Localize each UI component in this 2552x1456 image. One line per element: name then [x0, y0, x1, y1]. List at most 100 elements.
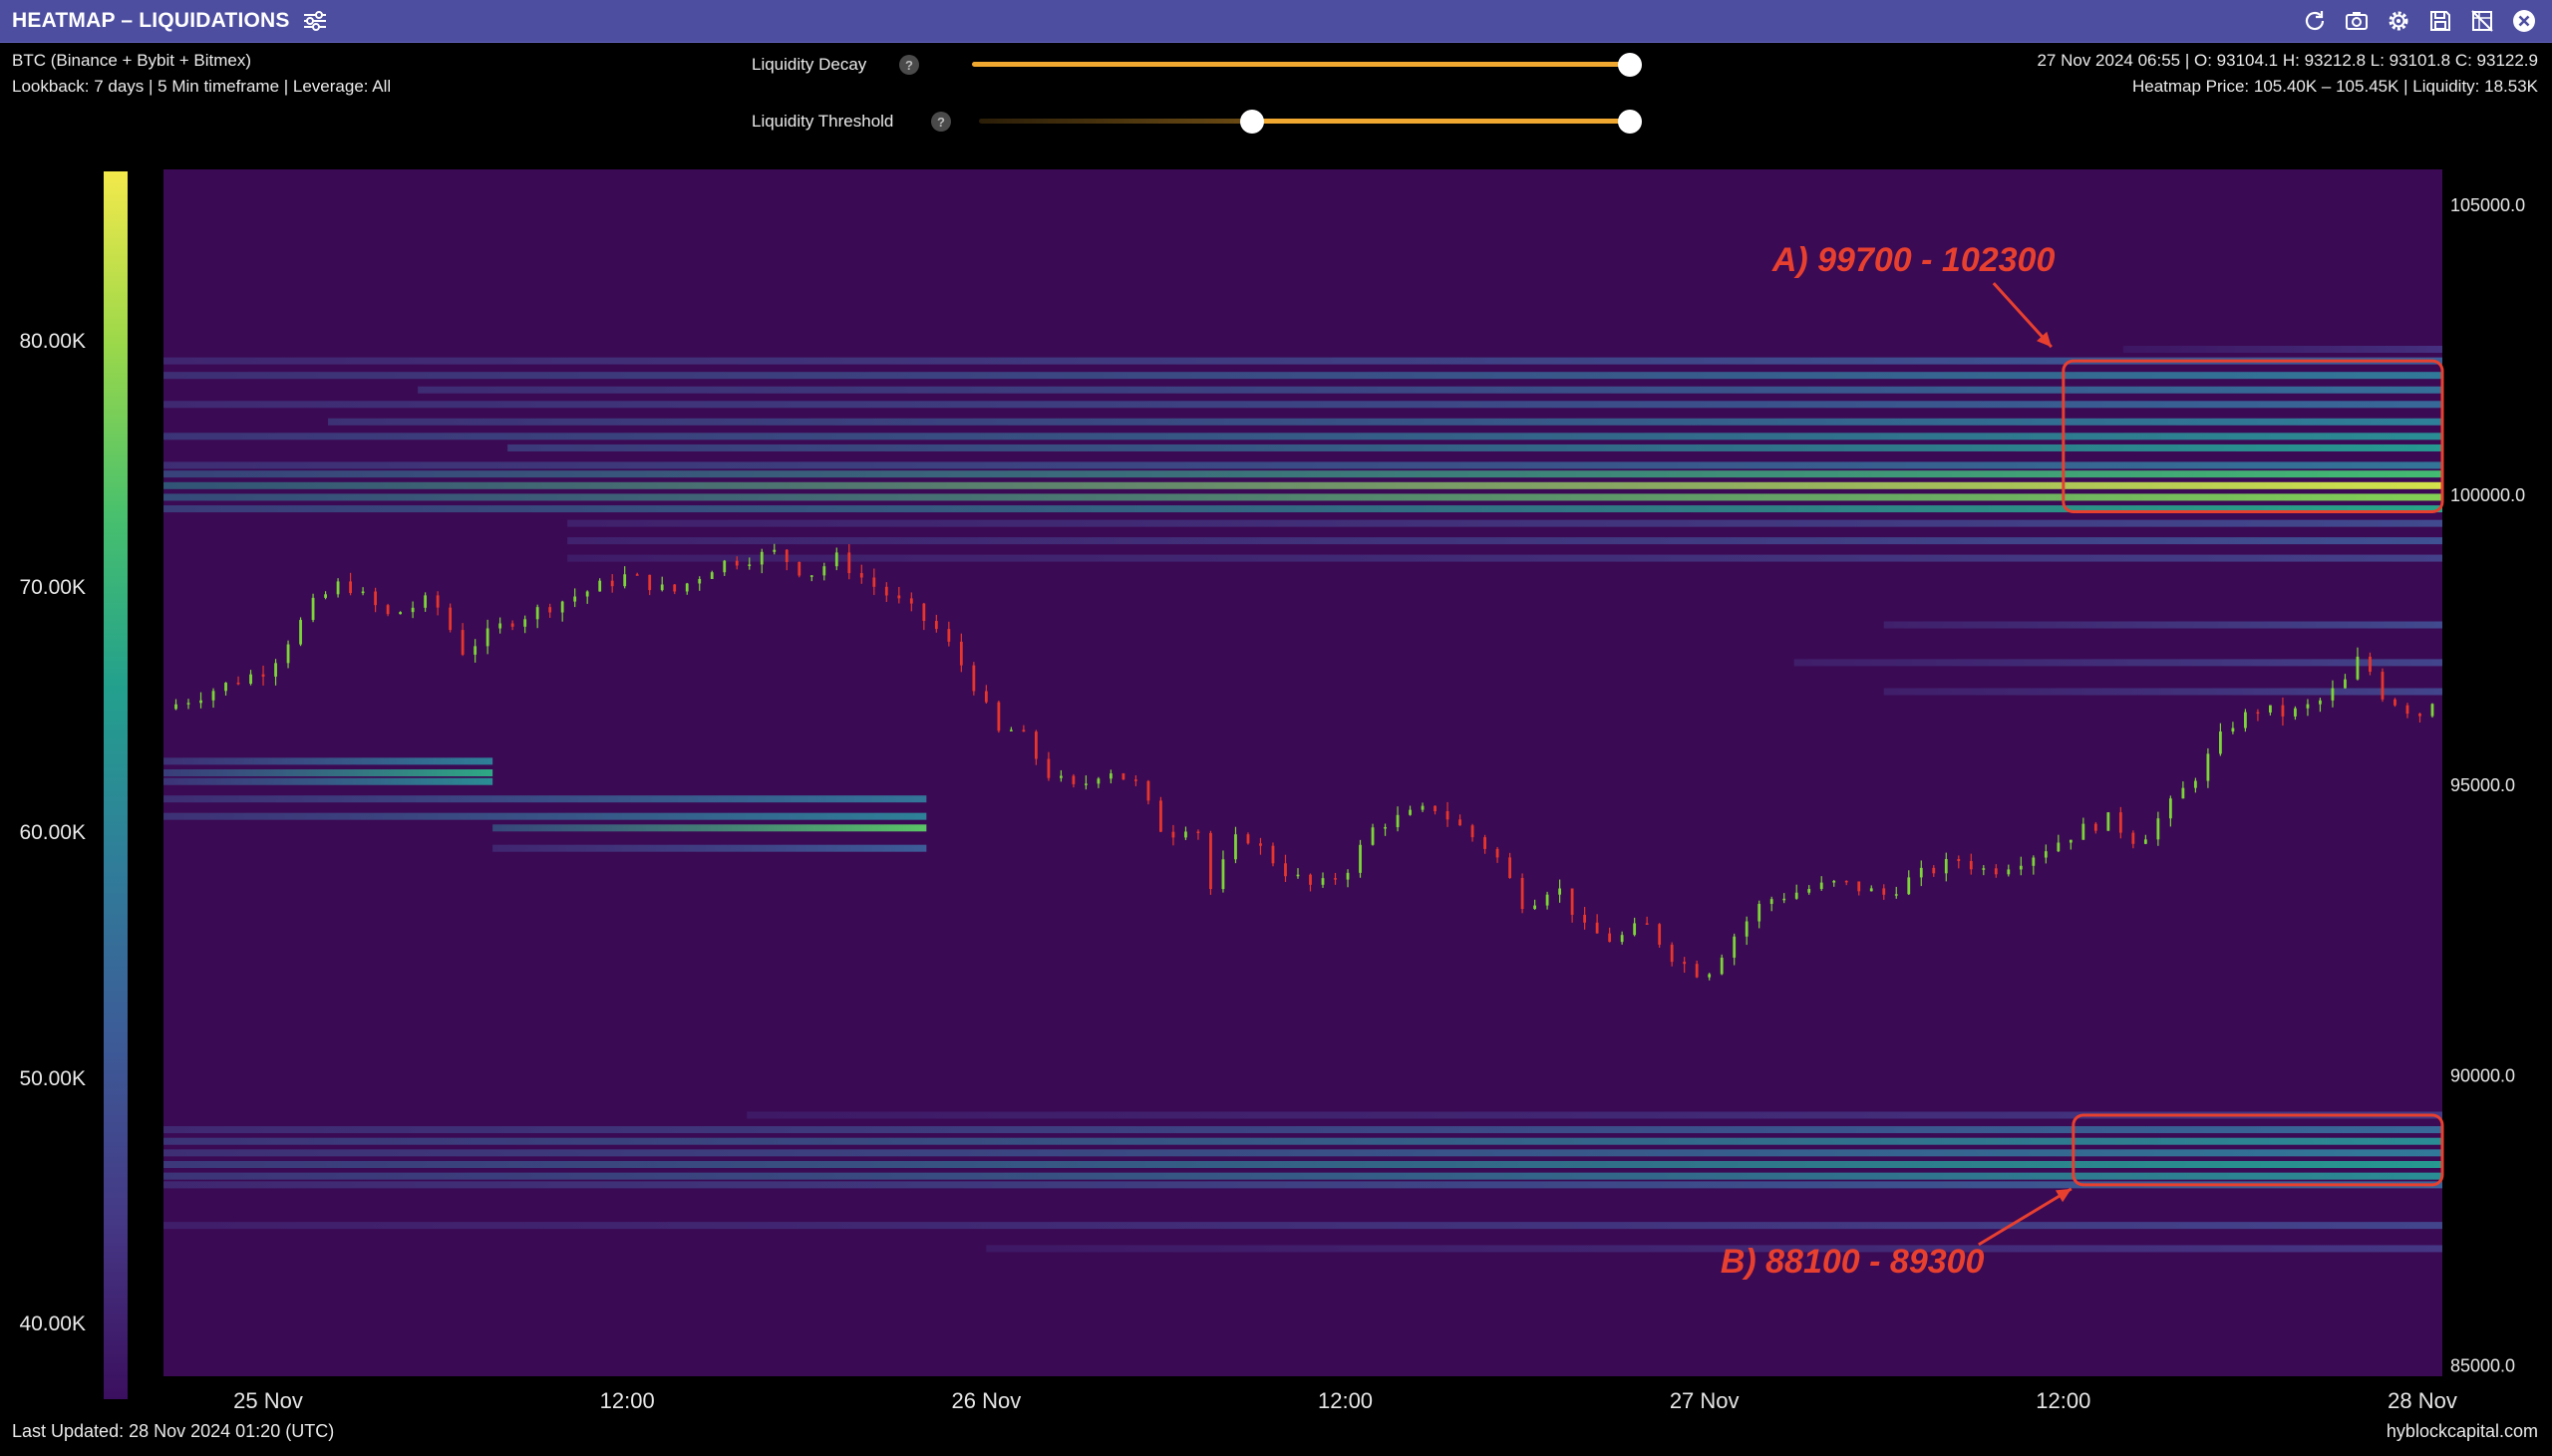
candle-body	[2032, 857, 2036, 866]
candle-body	[698, 578, 702, 584]
candle-body	[1085, 783, 1088, 785]
liquidity-band	[163, 777, 493, 785]
liquidity-band	[1883, 621, 2442, 629]
candle-body	[723, 560, 727, 573]
candle-body	[909, 598, 913, 604]
candle-body	[1545, 894, 1549, 906]
candle-body	[2206, 753, 2210, 781]
liquidity-band	[567, 519, 2442, 527]
liquidity-band	[163, 461, 2442, 469]
candle-body	[773, 549, 777, 552]
candle-body	[2381, 672, 2385, 700]
candle-body	[1022, 729, 1026, 732]
candle-body	[785, 549, 789, 562]
candle-body	[1334, 878, 1337, 880]
candle-body	[2181, 787, 2185, 799]
candle-body	[174, 704, 177, 710]
liquidity-band	[1793, 659, 2442, 667]
candle-body	[585, 591, 589, 597]
candle-body	[261, 674, 265, 677]
candle-body	[1009, 729, 1013, 731]
candle-body	[1309, 874, 1312, 885]
candle-body	[834, 552, 838, 567]
candle-body	[2256, 712, 2260, 715]
candle-body	[1894, 894, 1898, 896]
y-tick-label: 95000.0	[2450, 775, 2515, 795]
liquidity-band	[163, 433, 2442, 440]
candle-body	[748, 564, 752, 566]
liquidity-band	[492, 844, 927, 852]
candle-body	[1371, 827, 1375, 845]
candle-body	[523, 619, 527, 627]
candle-body	[1844, 880, 1848, 883]
candle-body	[1932, 867, 1936, 874]
candle-body	[286, 644, 290, 664]
liquidity-band	[163, 1160, 2442, 1168]
x-tick-label: 12:00	[2036, 1388, 2090, 1413]
y-tick-label: 85000.0	[2450, 1355, 2515, 1375]
candle-body	[2044, 851, 2048, 858]
candle-body	[1284, 863, 1287, 877]
candle-body	[1047, 758, 1051, 778]
candle-body	[324, 594, 327, 598]
brand-link[interactable]: hyblockcapital.com	[2387, 1421, 2538, 1442]
candle-body	[2106, 812, 2110, 831]
heatmap-chart[interactable]: A) 99700 - 102300 B) 88100 - 89300 105000.…	[0, 0, 2552, 1456]
candle-body	[1445, 811, 1449, 820]
candle-body	[934, 621, 938, 630]
candle-body	[1832, 880, 1836, 883]
candle-body	[311, 597, 315, 621]
liquidity-band	[163, 372, 2442, 380]
heatmap-background	[163, 169, 2442, 1376]
candle-body	[199, 700, 202, 704]
candle-body	[1346, 872, 1350, 880]
candle-body	[859, 573, 863, 578]
last-updated: Last Updated: 28 Nov 2024 01:20 (UTC)	[12, 1421, 335, 1441]
candle-body	[411, 607, 415, 613]
candle-body	[1434, 805, 1436, 812]
candle-body	[449, 607, 453, 631]
candle-body	[1994, 868, 1998, 875]
liquidity-band	[986, 1245, 2442, 1253]
candle-body	[1807, 888, 1811, 893]
candle-body	[2168, 798, 2172, 819]
candle-body	[2319, 700, 2322, 705]
candle-body	[2231, 728, 2235, 732]
candle-body	[399, 612, 403, 615]
candle-body	[1121, 773, 1125, 780]
candle-body	[1944, 859, 1948, 874]
liquidity-band	[567, 537, 2442, 545]
candle-body	[648, 574, 652, 591]
candle-body	[735, 560, 739, 566]
candle-body	[1645, 923, 1649, 925]
candle-body	[1196, 831, 1200, 833]
liquidity-band	[163, 769, 493, 776]
candle-body	[2393, 699, 2396, 706]
liquidity-band	[418, 386, 2443, 394]
candle-body	[1246, 834, 1250, 844]
candle-body	[236, 682, 240, 685]
candle-body	[1708, 974, 1712, 978]
liquidity-band	[163, 812, 927, 820]
candle-body	[186, 703, 190, 705]
x-tick-label: 27 Nov	[1670, 1388, 1740, 1413]
liquidity-band	[163, 795, 927, 803]
candle-body	[1670, 944, 1674, 963]
candle-body	[1359, 844, 1362, 873]
candle-body	[673, 584, 677, 592]
candle-body	[1271, 845, 1275, 864]
candle-body	[884, 586, 888, 596]
candle-body	[1608, 933, 1612, 943]
candle-body	[1982, 868, 1986, 870]
candle-body	[1658, 924, 1662, 945]
candle-body	[249, 674, 252, 685]
annotation-label: B) 88100 - 89300	[1721, 1243, 1985, 1281]
candle-body	[1857, 881, 1861, 892]
candle-body	[1458, 819, 1461, 826]
y-tick-label: 105000.0	[2450, 195, 2525, 215]
liquidity-band	[163, 470, 2442, 478]
y-tick-label: 100000.0	[2450, 485, 2525, 505]
candle-body	[2118, 812, 2122, 833]
candle-body	[2081, 823, 2085, 840]
candle-body	[336, 581, 340, 595]
